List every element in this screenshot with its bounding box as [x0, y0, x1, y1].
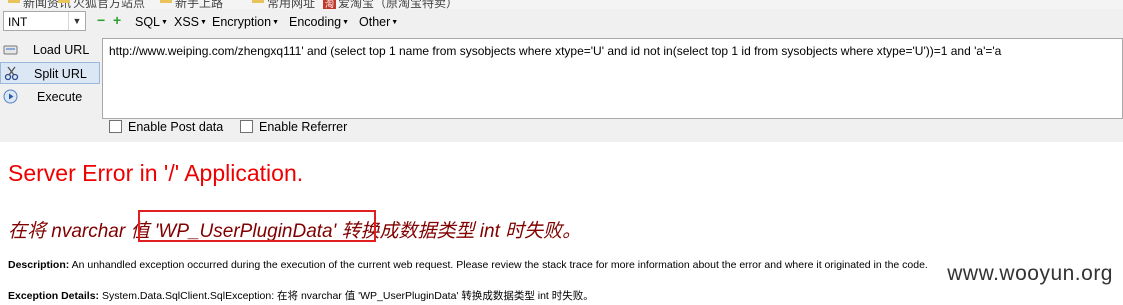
hackbar-toolbar: INT ▼ − + SQL▼ XSS▼ Encryption▼ Encoding… — [0, 9, 1123, 34]
bookmark-item[interactable]: 火狐官方站点 — [58, 0, 145, 9]
menu-other[interactable]: Other▼ — [359, 15, 398, 29]
increase-button[interactable]: + — [113, 13, 121, 27]
type-select[interactable]: INT ▼ — [3, 11, 86, 31]
load-url-icon — [3, 45, 18, 55]
folder-icon — [160, 0, 172, 3]
decrease-button[interactable]: − — [97, 13, 105, 27]
load-url-button[interactable]: Load URL — [0, 39, 100, 61]
menu-encryption[interactable]: Encryption▼ — [212, 15, 279, 29]
bookmark-item[interactable]: 新手上路 — [160, 0, 223, 9]
enable-post-checkbox[interactable]: Enable Post data — [109, 120, 223, 134]
highlight-box — [138, 210, 376, 242]
caret-down-icon: ▼ — [200, 19, 207, 27]
menu-sql[interactable]: SQL▼ — [135, 15, 168, 29]
folder-icon — [8, 0, 20, 3]
folder-icon — [58, 0, 70, 3]
chevron-down-icon: ▼ — [68, 12, 85, 30]
exception-details: Exception Details: System.Data.SqlClient… — [8, 288, 594, 303]
taobao-icon: 淘 — [323, 0, 337, 9]
scissors-icon — [4, 66, 19, 81]
bookmark-item[interactable]: 常用网址 — [252, 0, 315, 9]
hackbar-panel: INT ▼ − + SQL▼ XSS▼ Encryption▼ Encoding… — [0, 9, 1123, 142]
checkbox-box[interactable] — [109, 120, 122, 133]
exception-label: Exception Details: — [8, 290, 100, 302]
execute-button[interactable]: Execute — [0, 86, 100, 108]
caret-down-icon: ▼ — [161, 19, 168, 27]
caret-down-icon: ▼ — [272, 19, 279, 27]
bookmark-item[interactable]: 淘爱淘宝（原淘宝特卖） — [323, 0, 458, 9]
url-value: http://www.weiping.com/zhengxq111' and (… — [109, 44, 1002, 58]
play-icon — [3, 89, 18, 104]
caret-down-icon: ▼ — [391, 19, 399, 27]
checkbox-box[interactable] — [240, 120, 253, 133]
folder-icon — [252, 0, 264, 3]
error-description: Description: An unhandled exception occu… — [8, 259, 928, 271]
watermark: www.wooyun.org — [947, 262, 1113, 285]
exception-text: System.Data.SqlClient.SqlException: 在将 n… — [99, 290, 594, 302]
description-text: An unhandled exception occurred during t… — [69, 259, 928, 271]
description-label: Description: — [8, 259, 70, 271]
enable-referrer-checkbox[interactable]: Enable Referrer — [240, 120, 347, 134]
url-textarea[interactable]: http://www.weiping.com/zhengxq111' and (… — [102, 38, 1123, 119]
split-url-button[interactable]: Split URL — [0, 62, 100, 84]
menu-encoding[interactable]: Encoding▼ — [289, 15, 349, 29]
caret-down-icon: ▼ — [342, 19, 350, 27]
bookmarks-bar: 新闻资讯 火狐官方站点 新手上路 常用网址 淘爱淘宝（原淘宝特卖） — [0, 0, 1123, 9]
error-page-title: Server Error in '/' Application. — [8, 160, 304, 186]
menu-xss[interactable]: XSS▼ — [174, 15, 207, 29]
